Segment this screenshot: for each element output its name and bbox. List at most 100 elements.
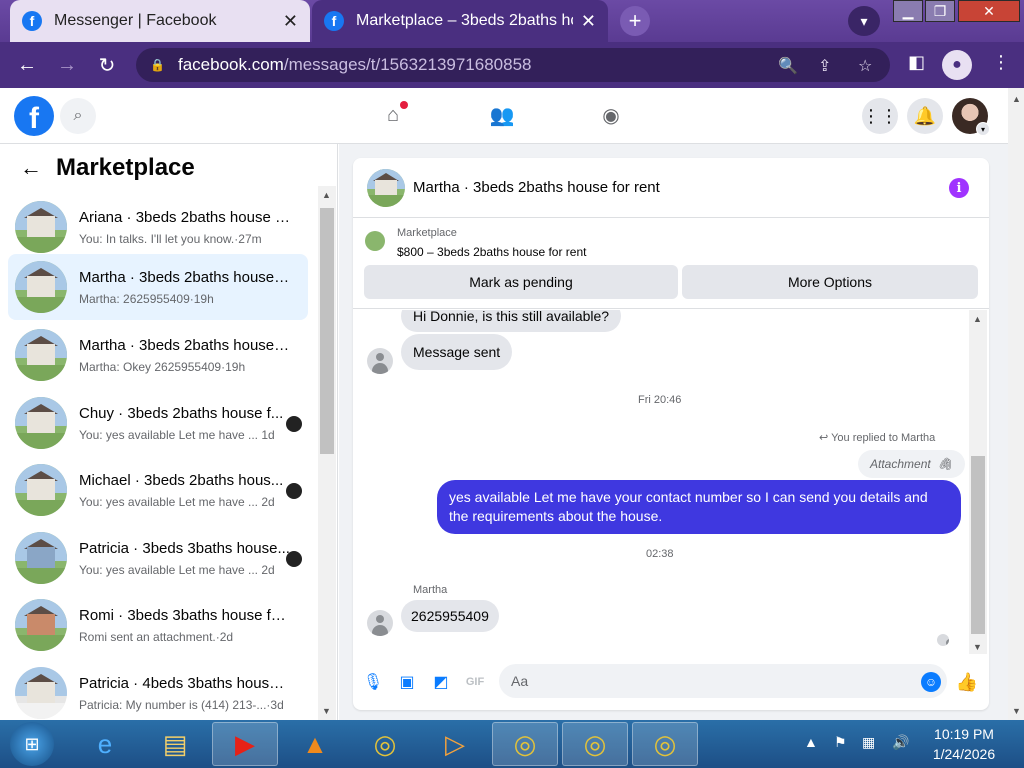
- scroll-up-arrow[interactable]: ▲: [1012, 94, 1021, 104]
- new-tab-button[interactable]: +: [620, 6, 650, 36]
- vlc-icon[interactable]: ▲: [282, 722, 348, 766]
- chat-window: Martha · 3beds 2baths house for rent i M…: [353, 158, 989, 710]
- conversation-item[interactable]: Patricia · 3beds 3baths house... You: yes…: [8, 525, 308, 591]
- emoji-icon[interactable]: ☺: [921, 672, 941, 692]
- profile-icon[interactable]: ●: [942, 50, 972, 80]
- system-clock[interactable]: 10:19 PM 1/24/2026: [926, 724, 1002, 764]
- tab-search-button[interactable]: ▾: [848, 6, 880, 36]
- side-panel-icon[interactable]: ◧: [908, 52, 925, 73]
- scroll-thumb[interactable]: [971, 456, 985, 634]
- conversation-item[interactable]: Patricia · 4beds 3baths house f... Patric…: [8, 660, 308, 720]
- conversation-preview: Patricia: My number is (414) 213-...·3d: [79, 697, 284, 712]
- message-bubble: Message sent: [401, 334, 513, 370]
- conversation-name: Martha · 3beds 2baths house f...: [79, 336, 291, 354]
- conversation-preview: You: In talks. I'll let you know.·27m: [79, 231, 262, 246]
- conversation-item[interactable]: Martha · 3beds 2baths house f... Martha: …: [8, 254, 308, 320]
- page-scrollbar[interactable]: ▲ ▼: [1008, 88, 1024, 720]
- close-tab-icon[interactable]: ✕: [581, 11, 596, 32]
- chat-header[interactable]: Martha · 3beds 2baths house for rent i: [353, 158, 989, 218]
- zoom-icon[interactable]: 🔍: [778, 56, 798, 76]
- paperclip-icon: 🖇: [937, 457, 953, 471]
- microphone-icon[interactable]: 🎙: [363, 672, 383, 692]
- url-bar[interactable]: 🔒 facebook.com/messages/t/15632139716808…: [136, 48, 890, 82]
- forward-icon[interactable]: →: [52, 50, 82, 80]
- groups-icon[interactable]: ◉: [598, 102, 624, 128]
- close-tab-icon[interactable]: ✕: [283, 11, 298, 32]
- conversation-preview: You: yes available Let me have ... 2d: [79, 562, 275, 577]
- chrome-profile-icon[interactable]: ◎: [562, 722, 628, 766]
- listing-thumbnail: [15, 464, 67, 516]
- start-button[interactable]: ⊞: [10, 722, 54, 766]
- attachment-reference[interactable]: Attachment 🖇: [858, 450, 965, 478]
- friends-icon[interactable]: 👥: [489, 102, 515, 128]
- maximize-button[interactable]: ❐: [925, 0, 955, 22]
- conversation-preview: Romi sent an attachment.·2d: [79, 629, 234, 644]
- account-avatar[interactable]: ▾: [952, 98, 990, 136]
- conversation-item[interactable]: Romi · 3beds 3baths house for ... Romi se…: [8, 592, 308, 658]
- chrome-icon[interactable]: ◎: [352, 722, 418, 766]
- photo-icon[interactable]: ▣: [397, 672, 417, 692]
- sender-name: Martha: [413, 584, 448, 596]
- conversation-preview: You: yes available Let me have ... 1d: [79, 427, 275, 442]
- network-icon[interactable]: ▦: [862, 734, 875, 751]
- tab-messenger[interactable]: f Messenger | Facebook ✕: [10, 0, 310, 42]
- chrome-profile-icon[interactable]: ◎: [492, 722, 558, 766]
- scroll-up-arrow[interactable]: ▲: [322, 190, 331, 200]
- list-scrollbar[interactable]: ▲ ▼: [318, 186, 336, 720]
- search-icon[interactable]: ⌕: [60, 98, 96, 134]
- share-icon[interactable]: ⇪: [818, 56, 831, 76]
- bell-icon[interactable]: 🔔: [907, 98, 943, 134]
- clock-time: 10:19 PM: [934, 726, 994, 742]
- conversation-preview: Martha: 2625955409·19h: [79, 291, 214, 306]
- conversation-item[interactable]: Ariana · 3beds 2baths house fo... You: In…: [8, 194, 308, 260]
- pane-header: ← Marketplace: [20, 154, 195, 182]
- back-icon[interactable]: ←: [12, 50, 42, 80]
- gif-icon[interactable]: GIF: [465, 672, 485, 692]
- listing-thumbnail: [367, 168, 405, 207]
- conversation-info: Patricia · 3beds 3baths house... You: yes…: [79, 540, 291, 577]
- conversation-name: Patricia · 4beds 3baths house f...: [79, 674, 291, 692]
- conversation-name: Martha · 3beds 2baths house f...: [79, 268, 291, 286]
- sticker-icon[interactable]: ◩: [431, 672, 451, 692]
- chat-title: Martha · 3beds 2baths house for rent: [413, 179, 660, 196]
- chrome-profile-icon[interactable]: ◎: [632, 722, 698, 766]
- back-arrow-icon[interactable]: ←: [20, 155, 42, 181]
- internet-explorer-icon[interactable]: e: [72, 722, 138, 766]
- conversation-info: Martha · 3beds 2baths house f... Martha: …: [79, 269, 291, 306]
- read-receipt-avatar: [286, 551, 302, 567]
- tray-expand-icon[interactable]: ▲: [804, 734, 818, 750]
- conversation-item[interactable]: Chuy · 3beds 2baths house f... You: yes a…: [8, 390, 308, 456]
- listing-price[interactable]: $800 – 3beds 2baths house for rent: [397, 245, 586, 259]
- scroll-down-arrow[interactable]: ▼: [322, 706, 331, 716]
- menu-grid-icon[interactable]: ⋮⋮: [862, 98, 898, 134]
- bookmark-star-icon[interactable]: ☆: [858, 56, 872, 76]
- conversation-item[interactable]: Michael · 3beds 2baths hous... You: yes a…: [8, 457, 308, 523]
- conversation-name: Michael · 3beds 2baths hous...: [79, 471, 284, 489]
- file-explorer-icon[interactable]: ▤: [142, 722, 208, 766]
- info-icon[interactable]: i: [949, 178, 969, 198]
- window-close-button[interactable]: ✕: [958, 0, 1020, 22]
- message-input[interactable]: Aa: [499, 664, 947, 698]
- reload-icon[interactable]: ↻: [92, 50, 122, 80]
- media-player-icon[interactable]: ▷: [422, 722, 488, 766]
- menu-kebab-icon[interactable]: ⋮: [992, 52, 1010, 73]
- thumbs-up-icon[interactable]: 👍: [956, 672, 978, 692]
- minimize-button[interactable]: ▁: [893, 0, 923, 22]
- tab-marketplace[interactable]: f Marketplace – 3beds 2baths hous ✕: [312, 0, 608, 42]
- contact-avatar: [367, 610, 393, 636]
- conversation-info: Romi · 3beds 3baths house for ... Romi se…: [79, 607, 291, 644]
- youtube-icon[interactable]: ▶: [212, 722, 278, 766]
- conversation-item[interactable]: Martha · 3beds 2baths house f... Martha: …: [8, 322, 308, 388]
- action-center-icon[interactable]: ⚑: [834, 734, 847, 751]
- volume-icon[interactable]: 🔊: [892, 734, 909, 751]
- scroll-down-arrow[interactable]: ▼: [1012, 706, 1021, 716]
- chat-scrollbar[interactable]: ▲ ▼: [969, 310, 987, 654]
- scroll-up-arrow[interactable]: ▲: [973, 314, 982, 324]
- facebook-logo[interactable]: f: [14, 96, 54, 136]
- address-toolbar: ← → ↻ 🔒 facebook.com/messages/t/15632139…: [0, 42, 1024, 88]
- mark-as-pending-button[interactable]: Mark as pending: [364, 265, 678, 299]
- tab-title: Messenger | Facebook: [54, 12, 217, 29]
- more-options-button[interactable]: More Options: [682, 265, 978, 299]
- scroll-thumb[interactable]: [320, 208, 334, 454]
- scroll-down-arrow[interactable]: ▼: [973, 642, 982, 652]
